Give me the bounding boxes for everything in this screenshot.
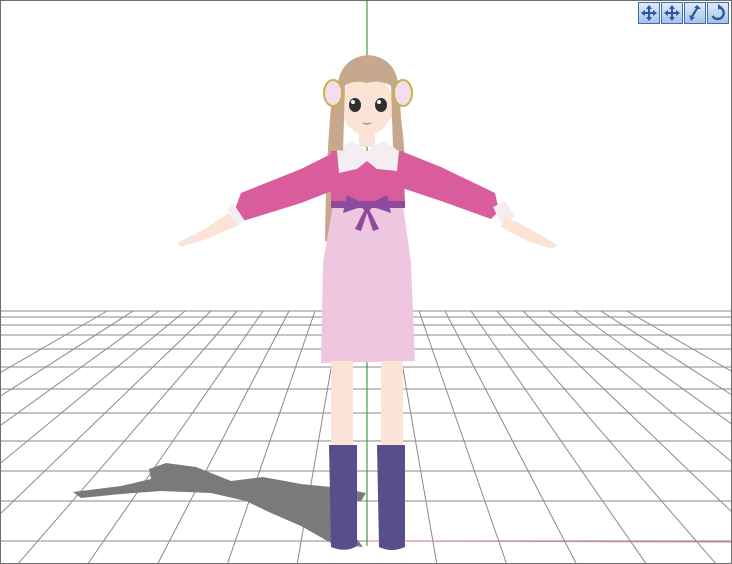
zoom-arrow-icon [689, 5, 701, 21]
dress-skirt [321, 205, 415, 363]
left-hand [177, 213, 239, 247]
model-shadow [73, 463, 366, 547]
right-eye-highlight [377, 100, 381, 104]
left-hair-ornament [323, 79, 343, 107]
scene-canvas[interactable] [1, 1, 732, 564]
left-eye [349, 98, 361, 112]
bow-knot [362, 201, 372, 211]
right-leg [381, 361, 403, 449]
right-boot [377, 445, 405, 550]
left-boot [329, 445, 357, 550]
left-leg [331, 361, 353, 449]
view-toolbar [638, 2, 729, 24]
circular-arrow-icon [711, 4, 725, 21]
reset-view-button[interactable] [707, 2, 729, 24]
left-sleeve [235, 153, 337, 221]
zoom-view-button[interactable] [684, 2, 706, 24]
right-hand [501, 217, 557, 249]
right-sleeve [399, 151, 499, 219]
rotate-view-button[interactable] [638, 2, 660, 24]
move-arrows-icon [664, 5, 680, 21]
right-eye [375, 98, 387, 112]
rotate-arrows-icon [641, 5, 657, 21]
pan-view-button[interactable] [661, 2, 683, 24]
3d-viewport[interactable] [0, 0, 732, 564]
left-eye-highlight [351, 100, 355, 104]
right-hair-ornament [393, 79, 413, 107]
